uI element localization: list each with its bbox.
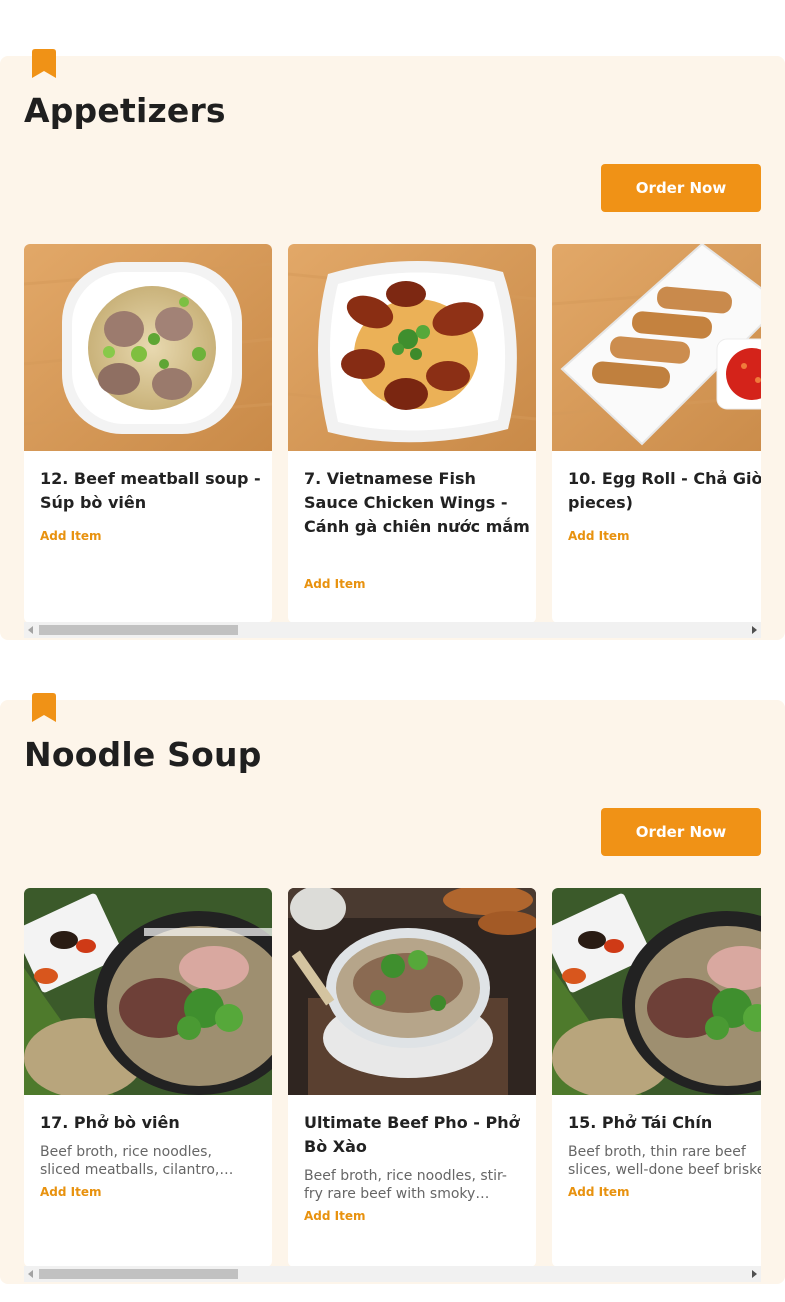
- menu-item-card[interactable]: 10. Egg Roll - Chả Giò (2 pieces) Add It…: [552, 244, 761, 623]
- scroll-left-arrow-icon[interactable]: [28, 626, 33, 634]
- menu-carousel[interactable]: 17. Phở bò viên Beef broth, rice noodles…: [24, 888, 761, 1268]
- menu-item-card[interactable]: Ultimate Beef Pho - Phở Bò Xào Beef brot…: [288, 888, 536, 1267]
- section-title: Noodle Soup: [24, 735, 262, 774]
- horizontal-scrollbar[interactable]: [24, 622, 761, 638]
- add-item-link[interactable]: Add Item: [304, 577, 366, 591]
- menu-item-card[interactable]: 15. Phở Tái Chín Beef broth, thin rare b…: [552, 888, 761, 1267]
- add-item-link[interactable]: Add Item: [40, 1185, 102, 1199]
- menu-item-name: 12. Beef meatball soup - Súp bò viên: [40, 469, 261, 512]
- add-item-link[interactable]: Add Item: [304, 1209, 366, 1223]
- meatball-soup-photo: [24, 244, 272, 451]
- menu-item-name: 17. Phở bò viên: [40, 1113, 180, 1132]
- scroll-right-arrow-icon[interactable]: [752, 626, 757, 634]
- bookmark-icon: [32, 49, 56, 78]
- menu-item-description: Beef broth, thin rare beef slices, well-…: [568, 1144, 761, 1178]
- menu-item-card[interactable]: 17. Phở bò viên Beef broth, rice noodles…: [24, 888, 272, 1267]
- order-now-button[interactable]: Order Now: [601, 164, 761, 212]
- menu-item-card[interactable]: 7. Vietnamese Fish Sauce Chicken Wings -…: [288, 244, 536, 623]
- menu-item-name: Ultimate Beef Pho - Phở Bò Xào: [304, 1113, 520, 1156]
- add-item-link[interactable]: Add Item: [40, 529, 102, 543]
- pho-photo: [24, 888, 272, 1095]
- scroll-left-arrow-icon[interactable]: [28, 1270, 33, 1278]
- menu-item-name: 15. Phở Tái Chín: [568, 1113, 713, 1132]
- menu-item-name: 7. Vietnamese Fish Sauce Chicken Wings -…: [304, 469, 530, 536]
- horizontal-scrollbar[interactable]: [24, 1266, 761, 1282]
- chicken-wings-photo: [288, 244, 536, 451]
- menu-item-name: 10. Egg Roll - Chả Giò (2 pieces): [568, 469, 761, 512]
- section-title: Appetizers: [24, 91, 226, 130]
- scrollbar-thumb[interactable]: [39, 625, 238, 635]
- menu-item-description: Beef broth, rice noodles, sliced meatbal…: [40, 1144, 220, 1178]
- bookmark-icon: [32, 693, 56, 722]
- egg-roll-photo: [552, 244, 761, 451]
- menu-item-card[interactable]: 12. Beef meatball soup - Súp bò viên Add…: [24, 244, 272, 623]
- menu-item-description: Beef broth, rice noodles, stir-fry rare …: [304, 1168, 507, 1202]
- pho-photo: [552, 888, 761, 1095]
- add-item-link[interactable]: Add Item: [568, 529, 630, 543]
- scrollbar-thumb[interactable]: [39, 1269, 238, 1279]
- menu-section-noodle-soup: Noodle Soup Order Now 17. Phở bò viên Be…: [0, 693, 785, 1284]
- add-item-link[interactable]: Add Item: [568, 1185, 630, 1199]
- order-now-button[interactable]: Order Now: [601, 808, 761, 856]
- menu-section-appetizers: Appetizers Order Now 12. Beef meatball s…: [0, 49, 785, 640]
- scroll-right-arrow-icon[interactable]: [752, 1270, 757, 1278]
- menu-carousel[interactable]: 12. Beef meatball soup - Súp bò viên Add…: [24, 244, 761, 624]
- pho-xao-photo: [288, 888, 536, 1095]
